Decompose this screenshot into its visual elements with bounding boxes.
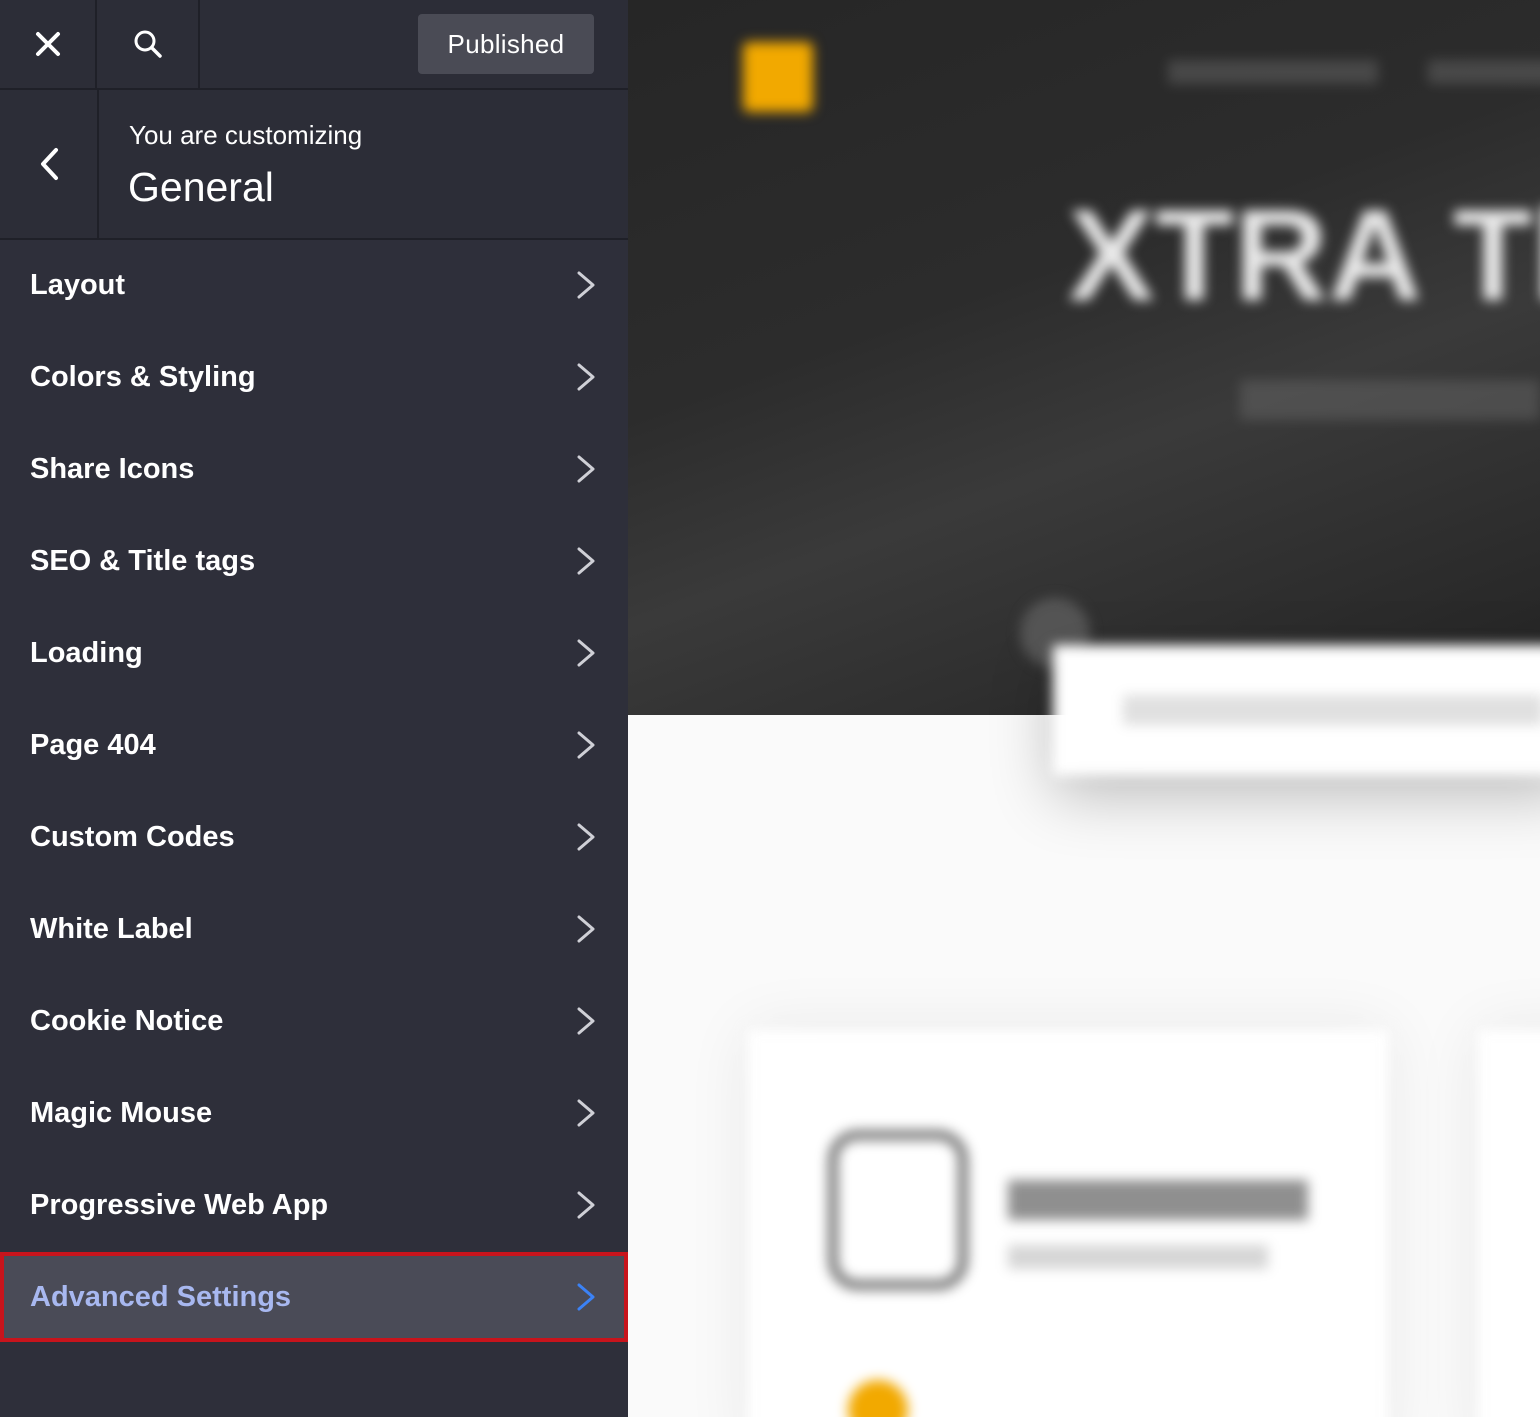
menu-item-share-icons[interactable]: Share Icons xyxy=(0,424,628,514)
menu-item-label: SEO & Title tags xyxy=(30,545,256,577)
chevron-right-icon xyxy=(577,1191,595,1219)
menu-item-progressive-web-app[interactable]: Progressive Web App xyxy=(0,1160,628,1250)
chevron-right-icon xyxy=(577,547,595,575)
menu-item-label: White Label xyxy=(30,913,193,945)
menu-item-loading[interactable]: Loading xyxy=(0,608,628,698)
menu-item-cookie-notice[interactable]: Cookie Notice xyxy=(0,976,628,1066)
chevron-right-icon xyxy=(577,455,595,483)
chevron-right-icon xyxy=(577,731,595,759)
menu-item-label: Custom Codes xyxy=(30,821,235,853)
chevron-right-icon xyxy=(577,1099,595,1127)
chevron-right-icon xyxy=(577,915,595,943)
chevron-left-icon xyxy=(40,148,58,180)
menu-item-label: Advanced Settings xyxy=(30,1281,292,1313)
preview-nav-item xyxy=(1168,60,1378,84)
panel-title: General xyxy=(128,164,274,210)
menu-item-custom-codes[interactable]: Custom Codes xyxy=(0,792,628,882)
chevron-right-icon xyxy=(577,1283,595,1311)
published-button[interactable]: Published xyxy=(418,14,594,74)
preview-nav-item xyxy=(1428,60,1540,84)
site-preview[interactable]: XTRA Th xyxy=(628,0,1540,1417)
menu-item-label: Loading xyxy=(30,637,143,669)
menu-item-white-label[interactable]: White Label xyxy=(0,884,628,974)
back-button[interactable] xyxy=(0,90,99,238)
chevron-right-icon xyxy=(577,1007,595,1035)
menu-item-magic-mouse[interactable]: Magic Mouse xyxy=(0,1068,628,1158)
chevron-right-icon xyxy=(577,823,595,851)
preview-logo xyxy=(743,42,823,112)
menu-item-colors-styling[interactable]: Colors & Styling xyxy=(0,332,628,422)
close-icon xyxy=(35,32,60,56)
menu-item-label: Layout xyxy=(30,269,126,301)
menu-item-label: Colors & Styling xyxy=(30,361,256,393)
customizer-topbar: Published xyxy=(0,0,628,90)
menu-item-page-404[interactable]: Page 404 xyxy=(0,700,628,790)
preview-hero: XTRA Th xyxy=(628,0,1540,715)
menu-item-layout[interactable]: Layout xyxy=(0,240,628,330)
menu-item-seo-title-tags[interactable]: SEO & Title tags xyxy=(0,516,628,606)
menu-item-label: Cookie Notice xyxy=(30,1005,224,1037)
panel-header: You are customizing General xyxy=(0,90,628,240)
preview-hero-title: XTRA Th xyxy=(1068,182,1540,328)
search-button[interactable] xyxy=(98,0,200,88)
preview-card xyxy=(1478,1030,1540,1417)
section-menu: Layout Colors & Styling Share Icons SEO … xyxy=(0,240,628,1344)
menu-item-label: Magic Mouse xyxy=(30,1097,213,1129)
menu-item-label: Share Icons xyxy=(30,453,195,485)
preview-card-subtitle xyxy=(1008,1245,1268,1269)
preview-card xyxy=(748,1030,1388,1417)
panel-subtitle: You are customizing xyxy=(129,120,363,150)
preview-card-icon xyxy=(828,1130,968,1290)
preview-hero-subtitle xyxy=(1240,380,1540,420)
menu-item-label: Page 404 xyxy=(30,729,156,761)
preview-card-dot xyxy=(848,1380,908,1417)
preview-search-placeholder xyxy=(1123,695,1540,725)
logo-mark xyxy=(743,42,813,112)
search-icon xyxy=(134,30,162,58)
customizer-sidebar: Published You are customizing General La… xyxy=(0,0,628,1417)
preview-card-title xyxy=(1008,1180,1308,1220)
menu-item-advanced-settings[interactable]: Advanced Settings xyxy=(0,1252,628,1342)
preview-search-box xyxy=(1053,645,1540,775)
chevron-right-icon xyxy=(577,639,595,667)
close-button[interactable] xyxy=(0,0,97,88)
menu-item-label: Progressive Web App xyxy=(30,1189,329,1221)
chevron-right-icon xyxy=(577,271,595,299)
chevron-right-icon xyxy=(577,363,595,391)
